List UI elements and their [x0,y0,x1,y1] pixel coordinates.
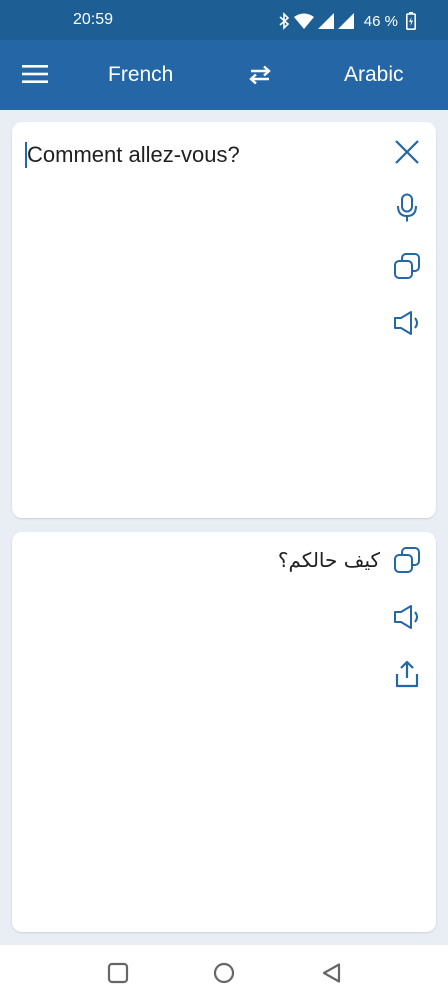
recents-button[interactable] [107,962,129,984]
microphone-icon [397,193,417,222]
copy-button[interactable] [391,250,423,282]
back-button[interactable] [321,962,343,984]
home-circle-icon [213,962,235,984]
battery-percentage: 46 % [363,12,398,30]
back-triangle-icon [322,963,341,983]
microphone-button[interactable] [391,192,423,224]
menu-icon [22,65,48,83]
bluetooth-icon [278,12,290,30]
status-time: 20:59 [73,11,114,28]
share-icon [395,660,419,688]
signal-icon [337,13,354,29]
wifi-icon [293,13,314,29]
status-icons: 46 % [278,12,416,30]
home-button[interactable] [213,962,235,984]
speaker-icon [394,605,418,629]
menu-button[interactable] [22,64,48,84]
status-bar: 20:59 46 % [0,0,448,40]
output-card: كيف حالكم؟ [12,532,436,932]
swap-languages-button[interactable] [247,65,273,85]
copy-translation-button[interactable] [391,544,423,576]
share-button[interactable] [391,658,423,690]
app-bar: French Arabic [0,40,448,110]
signal-icon [317,13,334,29]
close-icon [395,140,419,164]
speak-button[interactable] [391,307,423,339]
clear-button[interactable] [391,136,423,168]
source-text-input[interactable]: Comment allez-vous? [25,142,375,168]
copy-icon [394,547,420,573]
battery-icon [406,12,416,30]
recents-square-icon [107,962,129,984]
translated-text: كيف حالكم؟ [277,548,380,572]
swap-arrows-icon [249,65,271,85]
system-nav-bar [0,945,448,1000]
copy-icon [394,253,420,279]
target-language-selector[interactable]: Arabic [344,63,404,87]
source-language-selector[interactable]: French [108,63,173,87]
speak-translation-button[interactable] [391,601,423,633]
speaker-icon [394,311,418,335]
input-card: Comment allez-vous? [12,122,436,518]
